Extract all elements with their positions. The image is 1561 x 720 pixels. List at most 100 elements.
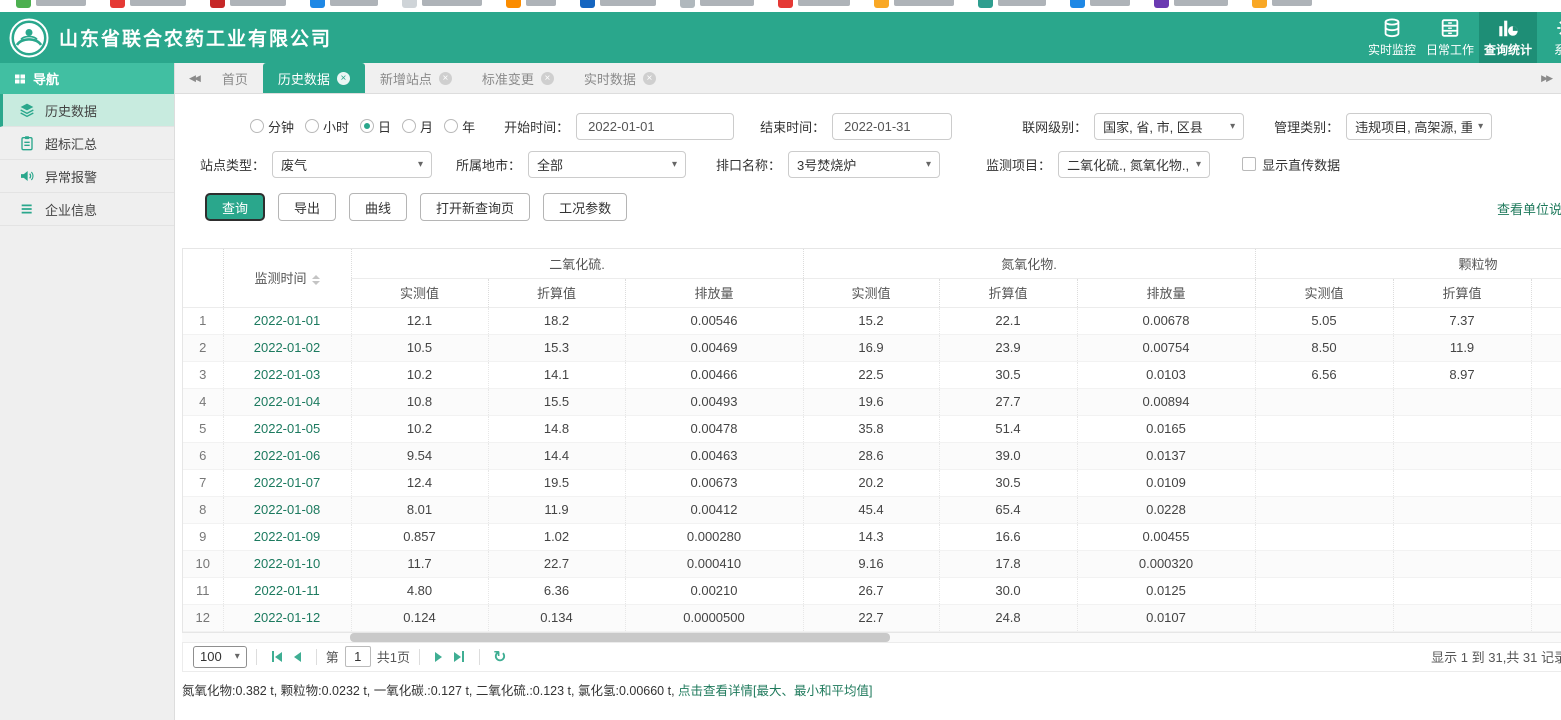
bookmark-item[interactable] <box>580 0 656 8</box>
bookmark-item[interactable] <box>778 0 850 8</box>
bookmark-label <box>230 0 286 6</box>
value-cell <box>1531 388 1561 415</box>
start-time-value: 2022-01-01 <box>588 119 655 134</box>
direct-data-checkbox[interactable] <box>1242 157 1256 171</box>
bookmark-item[interactable] <box>110 0 186 8</box>
query-button[interactable]: 查询 <box>205 193 265 221</box>
next-page-button[interactable] <box>429 652 448 662</box>
unit-note-link[interactable]: 查看单位说明 <box>1497 199 1561 218</box>
date-link[interactable]: 2022-01-04 <box>223 388 351 415</box>
date-link[interactable]: 2022-01-10 <box>223 550 351 577</box>
tab-scroll-right-icon[interactable]: ▶▶ <box>1541 73 1551 84</box>
bookmark-item[interactable] <box>1252 0 1312 8</box>
period-radio-日[interactable]: 日 <box>360 117 391 136</box>
summary-detail-link[interactable]: 点击查看详情[最大、最小和平均值] <box>678 684 872 698</box>
close-icon[interactable]: × <box>337 72 350 85</box>
date-link[interactable]: 2022-01-09 <box>223 523 351 550</box>
station-type-select[interactable]: 废气▾ <box>272 151 432 178</box>
sidebar-item-异常报警[interactable]: 异常报警 <box>0 160 174 193</box>
bookmark-item[interactable] <box>874 0 954 8</box>
bookmark-item[interactable] <box>506 0 556 8</box>
value-cell <box>1393 604 1531 631</box>
page-size-select[interactable]: 100 ▾ <box>193 646 247 668</box>
close-icon[interactable]: × <box>643 72 656 85</box>
bookmark-item[interactable] <box>680 0 754 8</box>
manage-type-select[interactable]: 违规项目, 高架源, 重点排▾ <box>1346 113 1492 140</box>
city-select[interactable]: 全部▾ <box>528 151 686 178</box>
header-nav-实时监控[interactable]: 实时监控 <box>1363 12 1421 63</box>
tab-历史数据[interactable]: 历史数据× <box>263 63 365 93</box>
bookmark-item[interactable] <box>1154 0 1228 8</box>
bookmark-item[interactable] <box>402 0 482 8</box>
start-time-input[interactable]: 2022-01-01 <box>576 113 734 140</box>
bookmark-item[interactable] <box>1070 0 1130 8</box>
value-cell <box>1255 496 1393 523</box>
bookmark-item[interactable] <box>978 0 1046 8</box>
date-link[interactable]: 2022-01-06 <box>223 442 351 469</box>
page-size-value: 100 <box>200 649 222 664</box>
condition-params-button[interactable]: 工况参数 <box>543 193 627 221</box>
header-nav-日常工作[interactable]: 日常工作 <box>1421 12 1479 63</box>
open-new-query-button[interactable]: 打开新查询页 <box>420 193 530 221</box>
tab-首页[interactable]: 首页 <box>207 63 263 93</box>
monitor-items-select[interactable]: 二氧化硫., 氮氧化物., 颗粒▾ <box>1058 151 1210 178</box>
scrollbar-thumb[interactable] <box>350 633 890 642</box>
bookmark-item[interactable] <box>210 0 286 8</box>
bookmark-label <box>526 0 556 6</box>
refresh-icon[interactable]: ↻ <box>493 647 506 667</box>
time-column-header[interactable]: 监测时间 <box>223 249 351 307</box>
value-cell: 12.1 <box>351 307 488 334</box>
period-radio-月[interactable]: 月 <box>402 117 433 136</box>
sidebar-item-超标汇总[interactable]: 超标汇总 <box>0 127 174 160</box>
header-nav-查询统计[interactable]: 查询统计 <box>1479 12 1537 63</box>
prev-page-button[interactable] <box>288 652 307 662</box>
value-cell: 39.0 <box>939 442 1077 469</box>
tab-scroll-left-icon[interactable]: ◀◀ <box>189 73 199 84</box>
tab-实时数据[interactable]: 实时数据 × <box>569 63 671 93</box>
company-logo-icon <box>9 18 49 58</box>
date-link[interactable]: 2022-01-01 <box>223 307 351 334</box>
outlet-select[interactable]: 3号焚烧炉▾ <box>788 151 940 178</box>
date-link[interactable]: 2022-01-03 <box>223 361 351 388</box>
direct-data-checkbox-wrap[interactable]: 显示直传数据 <box>1242 155 1340 174</box>
sort-icon[interactable] <box>312 275 320 285</box>
last-page-button[interactable] <box>448 651 470 662</box>
bookmark-item[interactable] <box>310 0 378 8</box>
export-button[interactable]: 导出 <box>278 193 336 221</box>
tab-label: 实时数据 <box>584 69 636 88</box>
bookmark-item[interactable] <box>16 0 86 8</box>
row-number-cell: 10 <box>183 550 223 577</box>
network-level-select[interactable]: 国家, 省, 市, 区县▾ <box>1094 113 1244 140</box>
date-link[interactable]: 2022-01-07 <box>223 469 351 496</box>
tab-标准变更[interactable]: 标准变更× <box>467 63 569 93</box>
header-nav-系统[interactable]: 系统 <box>1537 12 1561 63</box>
table-row: 92022-01-090.8571.020.00028014.316.60.00… <box>183 523 1561 550</box>
value-cell: 10.2 <box>351 361 488 388</box>
date-link[interactable]: 2022-01-08 <box>223 496 351 523</box>
bookmark-label <box>1174 0 1228 6</box>
date-link[interactable]: 2022-01-12 <box>223 604 351 631</box>
emission-summary: 氮氧化物:0.382 t, 颗粒物:0.0232 t, 一氧化碳.:0.127 … <box>182 680 1561 699</box>
date-link[interactable]: 2022-01-05 <box>223 415 351 442</box>
value-cell: 8.97 <box>1393 361 1531 388</box>
bookmark-label <box>600 0 656 6</box>
table-row: 82022-01-088.0111.90.0041245.465.40.0228 <box>183 496 1561 523</box>
horizontal-scrollbar[interactable] <box>182 633 1561 642</box>
sidebar-item-企业信息[interactable]: 企业信息 <box>0 193 174 226</box>
period-radio-年[interactable]: 年 <box>444 117 475 136</box>
tab-新增站点[interactable]: 新增站点× <box>365 63 467 93</box>
end-time-input[interactable]: 2022-01-31 <box>832 113 952 140</box>
first-page-button[interactable] <box>266 651 288 662</box>
date-link[interactable]: 2022-01-02 <box>223 334 351 361</box>
page-number-input[interactable]: 1 <box>345 646 371 667</box>
close-icon[interactable]: × <box>541 72 554 85</box>
sidebar-item-历史数据[interactable]: 历史数据 <box>0 94 174 127</box>
page-label: 第 <box>326 647 339 666</box>
curve-button[interactable]: 曲线 <box>349 193 407 221</box>
close-icon[interactable]: × <box>439 72 452 85</box>
period-radio-分钟[interactable]: 分钟 <box>250 117 294 136</box>
station-type-label: 站点类型： <box>200 155 265 174</box>
date-link[interactable]: 2022-01-11 <box>223 577 351 604</box>
period-radio-小时[interactable]: 小时 <box>305 117 349 136</box>
value-cell: 5.05 <box>1255 307 1393 334</box>
